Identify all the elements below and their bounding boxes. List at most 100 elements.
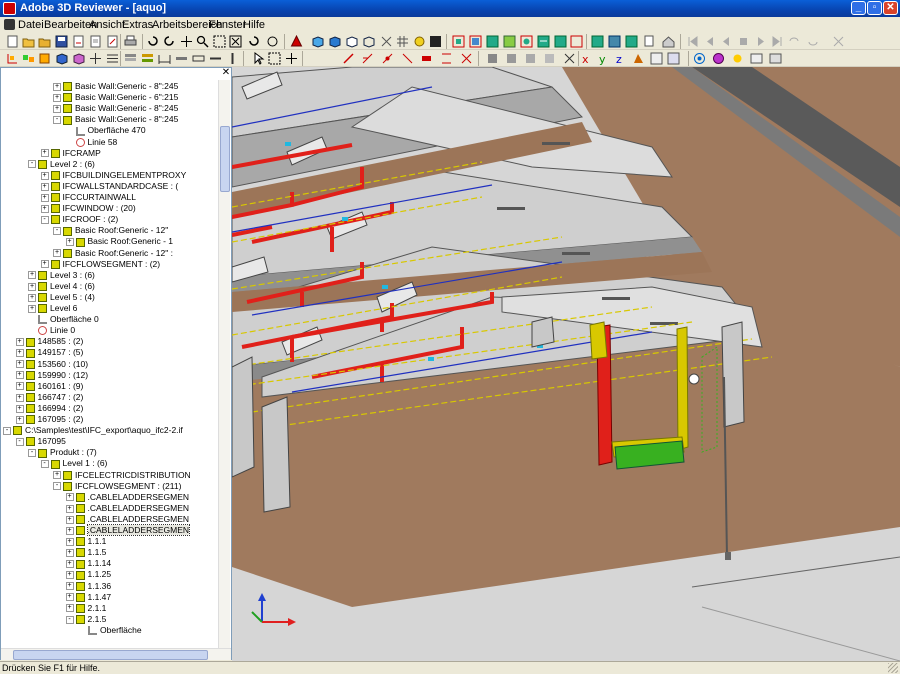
tree-row[interactable]: + Level 6 <box>28 303 77 314</box>
minimize-button[interactable]: _ <box>851 1 866 15</box>
tree-row[interactable]: Linie 0 <box>28 325 75 336</box>
collapse-icon[interactable]: - <box>3 426 11 435</box>
measure-b-icon[interactable] <box>361 52 374 65</box>
stack-icon[interactable] <box>124 52 137 65</box>
fit-view-icon[interactable] <box>229 35 242 48</box>
menu-hilfe[interactable]: Hilfe <box>243 19 265 31</box>
tree-row[interactable]: + Basic Wall:Generic - 6":215 <box>53 92 178 103</box>
menu-extras[interactable]: Extras <box>122 19 153 31</box>
tree-row[interactable]: +148585 : (2) <box>15 336 83 347</box>
tree-row[interactable]: - IFCFLOWSEGMENT : (211) <box>53 481 181 492</box>
cube-3-icon[interactable] <box>345 35 358 48</box>
maximize-button[interactable]: ▫ <box>867 1 882 15</box>
expand-icon[interactable]: + <box>15 382 24 391</box>
view-2-icon[interactable] <box>769 52 782 65</box>
tree-tool-icon[interactable] <box>6 52 19 65</box>
expand-icon[interactable]: + <box>65 571 74 580</box>
background-icon[interactable] <box>429 35 442 48</box>
tree-row[interactable]: +1.1.14 <box>65 558 111 569</box>
close-button[interactable]: ✕ <box>883 1 898 15</box>
expand-icon[interactable]: + <box>65 593 74 602</box>
tree-row[interactable]: - IFCROOF : (2) <box>40 214 118 225</box>
tree-row[interactable]: - 2.1.5 <box>65 614 106 625</box>
tree-row[interactable]: - Basic Wall:Generic - 8":245 <box>53 114 178 125</box>
menu-fenster[interactable]: Fenster <box>209 19 246 31</box>
walk-icon[interactable] <box>248 35 261 48</box>
expand-icon[interactable]: + <box>40 204 49 213</box>
axis-view-icon[interactable] <box>632 52 645 65</box>
tree-row[interactable]: + IFCELECTRICDISTRIBUTION <box>53 470 191 481</box>
expand-icon[interactable]: + <box>15 349 24 358</box>
sphere-icon[interactable] <box>712 52 725 65</box>
expand-icon[interactable]: + <box>15 393 24 402</box>
tree-row[interactable]: +166747 : (2) <box>15 392 83 403</box>
align-icon[interactable] <box>89 52 102 65</box>
tree-row[interactable]: +2.1.1 <box>65 603 106 614</box>
measure-g-icon[interactable] <box>460 52 473 65</box>
export-icon[interactable] <box>72 35 85 48</box>
tree-horizontal-scroll-thumb[interactable] <box>13 650 208 660</box>
tree-row[interactable]: + IFCRAMP <box>40 148 101 159</box>
yellow-tray-vertical-1[interactable] <box>589 321 608 360</box>
tool-i-icon[interactable] <box>591 35 604 48</box>
last-icon[interactable] <box>771 35 784 48</box>
expand-icon[interactable]: + <box>65 560 74 569</box>
expand-icon[interactable]: + <box>65 526 74 535</box>
pan-icon[interactable] <box>180 35 193 48</box>
tool-e-icon[interactable] <box>520 35 533 48</box>
tree-row[interactable]: + IFCFLOWSEGMENT : (2) <box>40 259 160 270</box>
tool-k-icon[interactable] <box>625 35 638 48</box>
shape-d-icon[interactable] <box>543 52 556 65</box>
tree-row[interactable]: Linie 58 <box>66 137 117 148</box>
collapse-icon[interactable]: - <box>53 482 61 491</box>
shape-c-icon[interactable] <box>524 52 537 65</box>
tree-row[interactable]: + Level 3 : (6) <box>28 270 95 281</box>
copy-icon[interactable] <box>643 35 656 48</box>
tool-j-icon[interactable] <box>608 35 621 48</box>
light-icon[interactable] <box>413 35 426 48</box>
expand-icon[interactable]: + <box>28 304 36 313</box>
pdf-icon[interactable] <box>106 35 119 48</box>
layout-b-icon[interactable] <box>667 52 680 65</box>
open-folder-2-icon[interactable] <box>38 35 51 48</box>
axis-x-icon[interactable]: x <box>580 52 593 65</box>
expand-icon[interactable]: + <box>53 93 61 102</box>
tree-horizontal-scrollbar[interactable] <box>1 648 231 660</box>
measure-a-icon[interactable] <box>342 52 355 65</box>
adobe-3d-reviewer-icon[interactable] <box>3 2 16 15</box>
tree-row[interactable]: +1.1.1 <box>65 536 106 547</box>
tree-row[interactable]: +160161 : (9) <box>15 381 83 392</box>
tree-row[interactable]: - Produkt : (7) <box>28 447 97 458</box>
expand-icon[interactable]: + <box>65 504 74 513</box>
cube-2-icon[interactable] <box>328 35 341 48</box>
collapse-icon[interactable]: - <box>15 437 24 446</box>
3d-scene[interactable] <box>232 67 900 661</box>
loop-2-icon[interactable] <box>807 35 820 48</box>
distribute-icon[interactable] <box>106 52 119 65</box>
expand-icon[interactable]: + <box>40 171 49 180</box>
tree-row[interactable]: +149157 : (5) <box>15 347 83 358</box>
loop-icon[interactable] <box>788 35 801 48</box>
collapse-icon[interactable]: - <box>28 449 36 458</box>
expand-icon[interactable]: + <box>28 293 36 302</box>
view-icon[interactable] <box>750 52 763 65</box>
ruler-icon[interactable] <box>192 52 205 65</box>
ruler-2-icon[interactable] <box>209 52 222 65</box>
first-icon[interactable] <box>686 35 699 48</box>
stop-icon[interactable] <box>737 35 750 48</box>
wireframe-icon[interactable] <box>362 35 375 48</box>
tree-vertical-scrollbar[interactable] <box>218 80 230 648</box>
tree-row[interactable]: + IFCWALLSTANDARDCASE : ( <box>40 181 178 192</box>
tree-row[interactable]: +166994 : (2) <box>15 403 83 414</box>
tree-row[interactable]: + Basic Wall:Generic - 8":245 <box>53 103 178 114</box>
menu-datei[interactable]: Datei <box>18 19 44 31</box>
tree-vertical-scroll-thumb[interactable] <box>220 126 230 192</box>
measure-d-icon[interactable] <box>401 52 414 65</box>
zoom-window-icon[interactable] <box>213 35 226 48</box>
expand-icon[interactable]: + <box>65 493 74 502</box>
tool-a-icon[interactable] <box>452 35 465 48</box>
expand-icon[interactable]: + <box>53 104 61 113</box>
prev-icon[interactable] <box>703 35 716 48</box>
options-icon[interactable] <box>832 35 845 48</box>
expand-icon[interactable]: + <box>65 537 74 546</box>
